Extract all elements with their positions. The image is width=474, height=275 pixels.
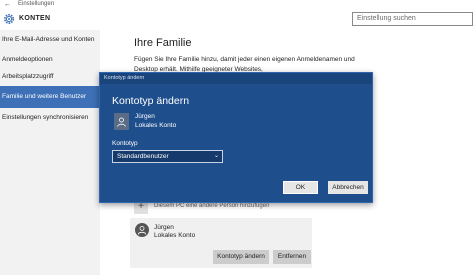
sidebar: Ihre E-Mail-Adresse und Konten Anmeldeop… xyxy=(0,30,100,275)
sidebar-item-sync[interactable]: Einstellungen synchronisieren xyxy=(0,108,100,128)
window-title: Einstellungen xyxy=(18,1,55,7)
user-avatar-icon xyxy=(114,113,129,130)
dialog-user-type: Lokales Konto xyxy=(135,122,177,129)
dialog-heading: Kontotyp ändern xyxy=(112,95,190,107)
sidebar-item-email-accounts[interactable]: Ihre E-Mail-Adresse und Konten xyxy=(0,30,100,50)
dialog-window-title: Kontotyp ändern xyxy=(104,75,145,81)
page-title: Ihre Familie xyxy=(134,37,192,49)
change-account-type-dialog: Kontotyp ändern Kontotyp ändern Jürgen L… xyxy=(99,72,373,203)
window-titlebar: ← Einstellungen xyxy=(0,0,474,10)
add-person-label: Diesem PC eine andere Person hinzufügen xyxy=(154,203,270,209)
sidebar-item-family[interactable]: Familie und weitere Benutzer xyxy=(0,86,100,108)
remove-button[interactable]: Entfernen xyxy=(273,250,311,264)
user-card[interactable]: Jürgen Lokales Konto Kontotyp ändern Ent… xyxy=(130,218,312,268)
section-title: KONTEN xyxy=(19,15,51,22)
ok-button[interactable]: OK xyxy=(283,181,318,194)
account-type-label: Kontotyp xyxy=(112,140,138,147)
back-arrow-icon[interactable]: ← xyxy=(4,1,11,8)
chevron-down-icon: ⌄ xyxy=(213,153,219,159)
account-type-select[interactable]: Standardbenutzer ⌄ xyxy=(112,150,223,163)
dialog-titlebar: Kontotyp ändern xyxy=(100,73,372,84)
change-account-type-button[interactable]: Kontotyp ändern xyxy=(213,250,269,264)
user-name: Jürgen xyxy=(154,224,174,231)
search-placeholder: Einstellung suchen xyxy=(357,15,416,22)
account-type-value: Standardbenutzer xyxy=(117,153,169,160)
sidebar-item-work-access[interactable]: Arbeitsplatzzugriff xyxy=(0,67,100,87)
user-account-type: Lokales Konto xyxy=(154,232,196,239)
cancel-button[interactable]: Abbrechen xyxy=(328,181,368,194)
user-avatar-icon xyxy=(135,223,149,237)
dialog-user-name: Jürgen xyxy=(135,113,155,120)
gear-icon xyxy=(3,13,15,25)
search-input[interactable]: Einstellung suchen xyxy=(352,12,473,26)
